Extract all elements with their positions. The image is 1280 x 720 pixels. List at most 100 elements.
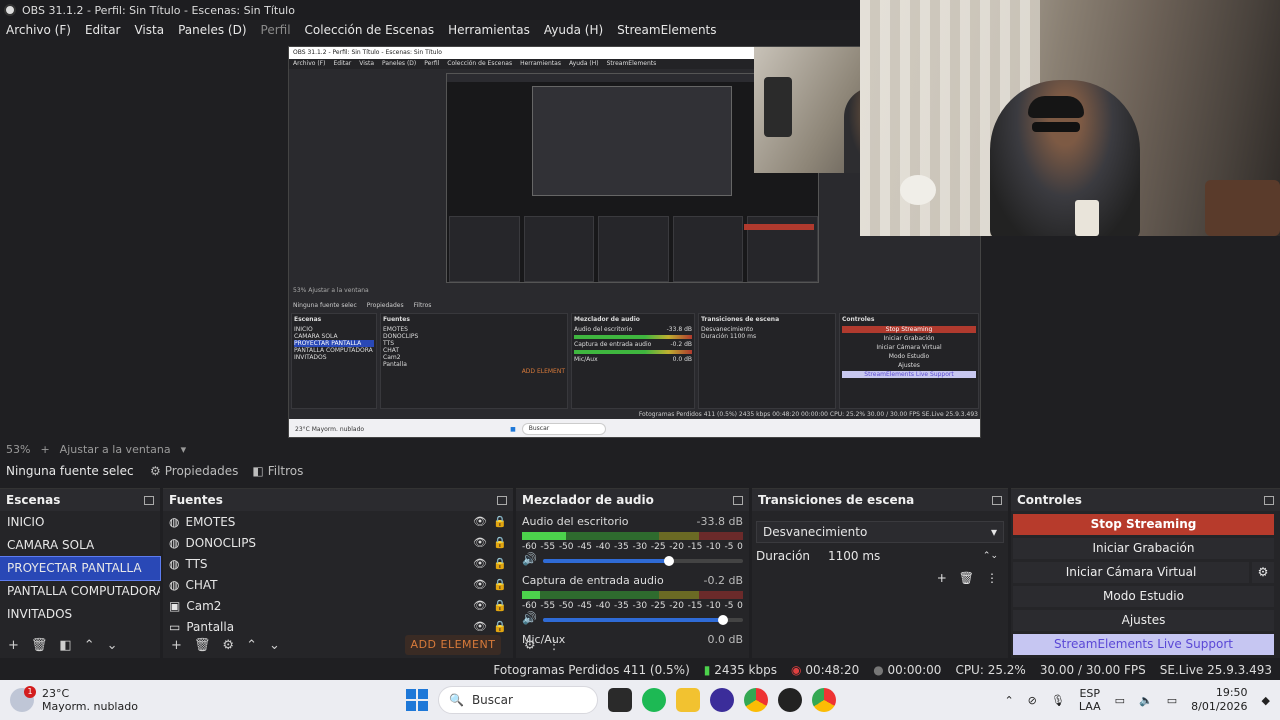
lock-icon[interactable]: 🔒 xyxy=(493,578,507,591)
eye-icon[interactable]: 👁 xyxy=(473,578,487,591)
eye-icon[interactable]: 👁 xyxy=(473,557,487,570)
lock-icon[interactable]: 🔒 xyxy=(493,557,507,570)
lock-icon[interactable]: 🔒 xyxy=(493,536,507,549)
speaker-icon[interactable]: 🔊 xyxy=(522,611,537,625)
gear-icon[interactable]: ⚙ xyxy=(222,638,234,653)
move-up-icon[interactable]: ⌃ xyxy=(84,638,95,653)
chrome-profile-icon[interactable] xyxy=(812,688,836,712)
volume-slider[interactable] xyxy=(542,555,743,566)
preview-inner-stats: Fotogramas Perdidos 411 (0.5%) 2435 kbps… xyxy=(638,411,978,418)
source-item-tts[interactable]: ◍ TTS 👁 🔒 xyxy=(163,553,513,574)
copilot-icon[interactable]: ◆ xyxy=(1262,694,1270,707)
fps: 30.00 / 30.00 FPS xyxy=(1039,663,1146,677)
stop-streaming-button[interactable]: Stop Streaming xyxy=(1013,514,1274,535)
add-scene-icon[interactable]: + xyxy=(8,638,19,653)
studio-mode-button[interactable]: Modo Estudio xyxy=(1013,586,1274,607)
scene-item-proyectar-pantalla[interactable]: PROYECTAR PANTALLA xyxy=(0,556,161,581)
lock-icon[interactable]: 🔒 xyxy=(493,599,507,612)
eye-icon[interactable]: 👁 xyxy=(473,515,487,528)
chevron-down-icon[interactable]: ▾ xyxy=(181,443,187,456)
more-options-icon[interactable]: ⋮ xyxy=(986,571,998,585)
settings-button[interactable]: Ajustes xyxy=(1013,610,1274,631)
more-options-icon[interactable]: ⋮ xyxy=(548,638,561,653)
fader-knob[interactable] xyxy=(663,555,674,566)
scene-item-invitados[interactable]: INVITADOS xyxy=(0,603,160,626)
scale-tick: -25 xyxy=(650,542,666,552)
clock[interactable]: 19:50 8/01/2026 xyxy=(1191,686,1247,714)
microphone-icon[interactable]: 🎙 xyxy=(1051,694,1065,707)
preview-inner-docks: Escenas INICIO CAMARA SOLA PROYECTAR PAN… xyxy=(289,313,980,409)
spinner-icon[interactable]: ⌃⌄ xyxy=(983,551,1004,561)
move-up-icon[interactable]: ⌃ xyxy=(246,638,257,653)
fader-knob[interactable] xyxy=(717,614,728,625)
transition-select[interactable]: Desvanecimiento ▾ xyxy=(756,521,1004,543)
obs-app-icon[interactable] xyxy=(710,688,734,712)
start-recording-button[interactable]: Iniciar Grabación xyxy=(1013,538,1274,559)
move-down-icon[interactable]: ⌄ xyxy=(107,638,118,653)
menu-vista[interactable]: Vista xyxy=(134,23,164,37)
menu-archivo[interactable]: Archivo (F) xyxy=(6,23,71,37)
start-virtual-cam-button[interactable]: Iniciar Cámara Virtual xyxy=(1013,562,1249,583)
weather-widget[interactable]: 1 23°C Mayorm. nublado xyxy=(0,686,240,713)
recording-app-icon[interactable] xyxy=(778,688,802,712)
scene-item-pantalla-computadora[interactable]: PANTALLA COMPUTADORA 1 xyxy=(0,580,160,603)
zoom-plus-icon[interactable]: + xyxy=(40,443,49,456)
undock-icon[interactable] xyxy=(497,495,507,505)
display-icon[interactable]: ▭ xyxy=(1115,694,1125,707)
source-item-emotes[interactable]: ◍ EMOTES 👁 🔒 xyxy=(163,511,513,532)
properties-button[interactable]: ⚙ Propiedades xyxy=(150,464,238,478)
lock-icon[interactable]: 🔒 xyxy=(493,515,507,528)
volume-slider[interactable] xyxy=(542,614,743,625)
chevron-up-icon[interactable]: ⌃ xyxy=(1004,694,1013,707)
gear-icon[interactable]: ⚙ xyxy=(1252,562,1274,583)
scenes-dock: Escenas INICIO CAMARA SOLA PROYECTAR PAN… xyxy=(0,488,161,658)
spotify-app-icon[interactable] xyxy=(642,688,666,712)
add-element-button[interactable]: ADD ELEMENT xyxy=(405,635,501,655)
menu-streamelements[interactable]: StreamElements xyxy=(617,23,716,37)
trash-icon[interactable]: 🗑 xyxy=(194,638,211,653)
transition-selected: Desvanecimiento xyxy=(763,525,868,539)
move-down-icon[interactable]: ⌄ xyxy=(269,638,280,653)
undock-icon[interactable] xyxy=(144,495,154,505)
duration-input[interactable]: 1100 ms xyxy=(828,549,965,563)
menu-paneles[interactable]: Paneles (D) xyxy=(178,23,246,37)
channel-name: Audio del escritorio xyxy=(522,515,629,528)
filter-icon[interactable]: ◧ xyxy=(59,638,71,653)
add-source-icon[interactable]: + xyxy=(171,638,182,653)
undock-icon[interactable] xyxy=(733,495,743,505)
menu-perfil[interactable]: Perfil xyxy=(261,23,291,37)
se-live-support-button[interactable]: StreamElements Live Support xyxy=(1013,634,1274,655)
taskbar-search[interactable]: 🔍 Buscar xyxy=(438,686,598,714)
source-name: Cam2 xyxy=(186,598,222,613)
menu-editar[interactable]: Editar xyxy=(85,23,121,37)
menu-coleccion-escenas[interactable]: Colección de Escenas xyxy=(305,23,435,37)
scene-item-inicio[interactable]: INICIO xyxy=(0,511,160,534)
menu-herramientas[interactable]: Herramientas xyxy=(448,23,530,37)
windows-start-icon[interactable] xyxy=(406,689,428,711)
source-item-cam2[interactable]: ▣ Cam2 👁 🔒 xyxy=(163,595,513,616)
language-indicator[interactable]: ESP LAA xyxy=(1079,687,1101,713)
add-transition-icon[interactable]: + xyxy=(937,571,947,585)
trash-icon[interactable]: 🗑 xyxy=(959,571,974,585)
trash-icon[interactable]: 🗑 xyxy=(31,638,48,653)
file-explorer-icon[interactable] xyxy=(676,688,700,712)
volume-icon[interactable]: 🔈 xyxy=(1139,694,1153,707)
fit-to-window[interactable]: Ajustar a la ventana xyxy=(60,443,171,456)
battery-icon[interactable]: ▭ xyxy=(1167,694,1177,707)
terminal-app-icon[interactable] xyxy=(608,688,632,712)
zoom-level[interactable]: 53% xyxy=(6,443,30,456)
source-item-chat[interactable]: ◍ CHAT 👁 🔒 xyxy=(163,574,513,595)
scene-item-camara-sola[interactable]: CAMARA SOLA xyxy=(0,534,160,557)
eye-icon[interactable]: 👁 xyxy=(473,599,487,612)
advanced-audio-icon[interactable]: ⚙ xyxy=(524,638,536,653)
preview-inner-mixer-title: Mezclador de audio xyxy=(574,316,640,323)
undock-icon[interactable] xyxy=(992,495,1002,505)
filters-button[interactable]: ◧ Filtros xyxy=(252,464,303,478)
eye-icon[interactable]: 👁 xyxy=(473,536,487,549)
undock-icon[interactable] xyxy=(1264,495,1274,505)
chrome-app-icon[interactable] xyxy=(744,688,768,712)
source-item-donoclips[interactable]: ◍ DONOCLIPS 👁 🔒 xyxy=(163,532,513,553)
menu-ayuda[interactable]: Ayuda (H) xyxy=(544,23,603,37)
network-off-icon[interactable]: ⊘ xyxy=(1028,694,1037,707)
speaker-icon[interactable]: 🔊 xyxy=(522,552,537,566)
